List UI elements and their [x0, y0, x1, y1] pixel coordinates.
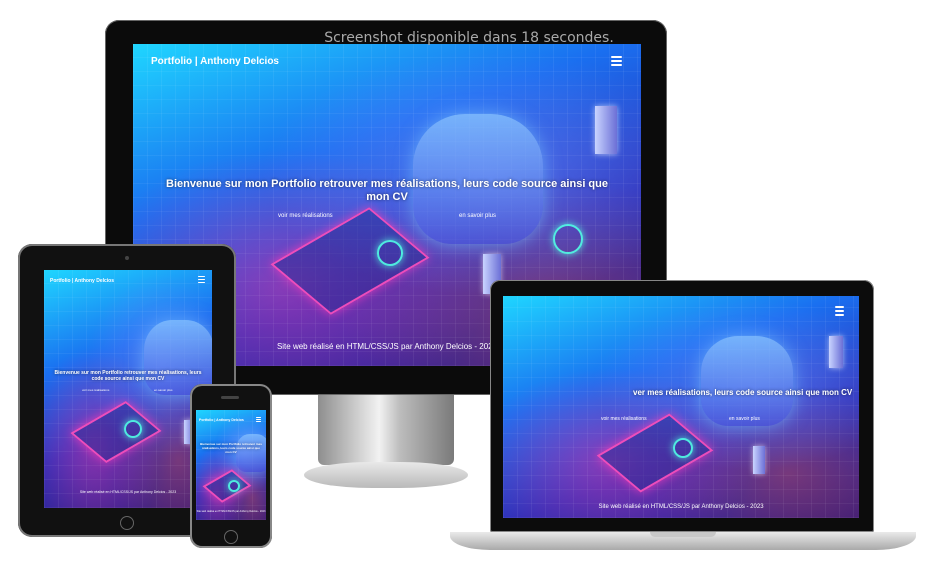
server-tower-illustration — [829, 336, 843, 368]
learn-more-link[interactable]: en savoir plus — [154, 388, 173, 392]
monitor-base — [304, 462, 468, 488]
site-title[interactable]: Portfolio | Anthony Delcios — [50, 278, 114, 284]
cloud-illustration — [701, 336, 793, 426]
fingerprint-ring-illustration — [377, 240, 403, 266]
view-works-link[interactable]: voir mes réalisations — [278, 213, 333, 219]
site-footer: Site web réalisé en HTML/CSS/JS par Anth… — [79, 490, 177, 494]
site-footer: Site web réalisé en HTML/CSS/JS par Anth… — [196, 510, 266, 513]
site-title[interactable]: Portfolio | Anthony Delcios — [199, 418, 244, 422]
hamburger-menu-icon[interactable] — [256, 417, 261, 422]
hero-heading: ver mes réalisations, leurs code source … — [633, 388, 853, 397]
hamburger-menu-icon[interactable] — [611, 56, 622, 66]
server-tower-illustration — [595, 106, 617, 154]
view-works-link[interactable]: voir mes réalisations — [82, 388, 109, 392]
laptop-notch — [650, 532, 716, 537]
screenshot-notice: Screenshot disponible dans 18 secondes. — [324, 30, 614, 46]
hamburger-menu-icon[interactable] — [198, 276, 205, 283]
fingerprint-ring-illustration — [228, 480, 240, 492]
learn-more-link[interactable]: en savoir plus — [729, 416, 760, 422]
tablet-camera — [125, 256, 129, 260]
site-footer: Site web réalisé en HTML/CSS/JS par Anth… — [598, 504, 764, 510]
circuit-chip-illustration — [596, 413, 714, 493]
tablet-home-button[interactable] — [120, 516, 134, 530]
monitor-stand — [318, 395, 454, 465]
hamburger-menu-icon[interactable] — [835, 306, 844, 316]
hero-heading: Bienvenue sur mon Portfolio retrouver me… — [166, 178, 608, 203]
server-tower-illustration — [753, 446, 765, 474]
hero-heading: Bienvenue sur mon Portfolio retrouver me… — [54, 370, 202, 382]
circuit-chip-illustration — [70, 400, 162, 464]
fingerprint-ring-illustration — [553, 224, 583, 254]
circuit-chip-illustration — [202, 469, 252, 503]
view-works-link[interactable]: voir mes réalisations — [601, 416, 647, 422]
hero-heading: Bienvenue sur mon Portfolio retrouver me… — [200, 442, 262, 454]
learn-more-link[interactable]: en savoir plus — [459, 213, 496, 219]
laptop-screen: ver mes réalisations, leurs code source … — [503, 296, 859, 518]
phone-home-button[interactable] — [224, 530, 238, 544]
site-title[interactable]: Portfolio | Anthony Delcios — [151, 56, 279, 67]
phone-screen: Portfolio | Anthony Delcios Bienvenue su… — [196, 410, 266, 520]
circuit-chip-illustration — [270, 207, 430, 315]
fingerprint-ring-illustration — [673, 438, 693, 458]
fingerprint-ring-illustration — [124, 420, 142, 438]
phone-speaker — [221, 396, 239, 399]
tablet-screen: Portfolio | Anthony Delcios Bienvenue su… — [44, 270, 212, 508]
